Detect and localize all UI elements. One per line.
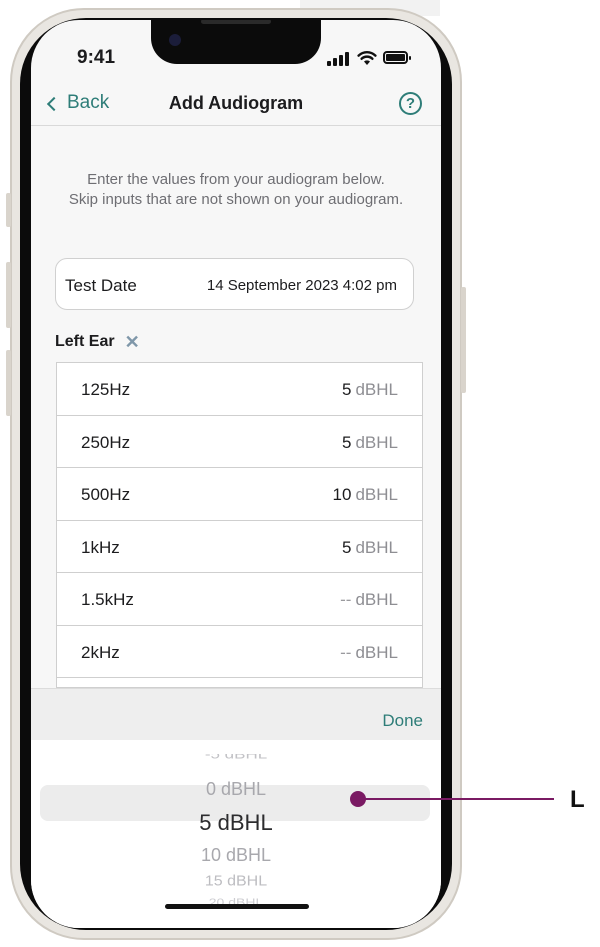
threshold-number: 5	[342, 432, 352, 452]
done-button[interactable]: Done	[382, 711, 423, 731]
picker-item[interactable]: -5 dBHL	[31, 754, 441, 766]
volume-up-button	[6, 262, 11, 328]
status-icons	[327, 50, 411, 66]
threshold-unit: dBHL	[355, 432, 398, 452]
intro-line-2: Skip inputs that are not shown on your a…	[68, 191, 404, 208]
close-icon[interactable]: ✕	[125, 333, 140, 351]
intro-text: Enter the values from your audiogram bel…	[51, 170, 421, 210]
frequency-table: 125Hz 5 dBHL 250Hz 5 dBHL 500Hz 10 dBHL 1kH…	[56, 362, 423, 688]
threshold-unit: dBHL	[355, 590, 398, 609]
picker-toolbar: Done	[31, 688, 441, 740]
threshold-value[interactable]: 5 dBHL	[342, 380, 398, 400]
value-picker-wheel[interactable]: -5 dBHL 0 dBHL 5 dBHL 10 dBHL 15 dBHL 20…	[31, 740, 441, 928]
threshold-value[interactable]: 10 dBHL	[333, 485, 398, 505]
table-row[interactable]: 250Hz 5 dBHL	[57, 416, 422, 468]
front-camera	[169, 34, 181, 46]
threshold-value[interactable]: -- dBHL	[340, 643, 398, 663]
intro-line-1: Enter the values from your audiogram bel…	[87, 171, 385, 188]
table-row[interactable]: 2kHz -- dBHL	[57, 626, 422, 678]
page-title: Add Audiogram	[168, 93, 304, 113]
frequency-label: 250Hz	[81, 432, 131, 452]
threshold-number: 5	[342, 537, 352, 557]
picker-item-label: 10 dBHL	[200, 845, 272, 865]
table-row[interactable]	[57, 678, 422, 687]
help-icon[interactable]: ?	[399, 92, 422, 115]
silent-switch	[6, 193, 11, 227]
threshold-unit: dBHL	[355, 642, 398, 662]
picker-item-label: 5 dBHL	[199, 810, 273, 835]
notch	[151, 20, 321, 64]
power-button	[461, 287, 466, 393]
table-row[interactable]: 1.5kHz -- dBHL	[57, 573, 422, 626]
table-row[interactable]: 125Hz 5 dBHL	[57, 363, 422, 416]
table-row[interactable]: 500Hz 10 dBHL	[57, 468, 422, 521]
home-indicator	[165, 904, 309, 909]
picker-item-label: 15 dBHL	[204, 874, 268, 890]
left-ear-title: Left Ear	[55, 333, 115, 350]
earpiece-speaker	[201, 20, 271, 24]
battery-icon	[383, 51, 411, 64]
threshold-unit: dBHL	[355, 380, 398, 399]
left-ear-heading: Left Ear ✕	[55, 333, 140, 351]
phone-screen: 9:41 Back Add Audiogram ? Enter the valu…	[31, 20, 441, 928]
threshold-value[interactable]: -- dBHL	[340, 590, 398, 610]
test-date-label: Test Date	[65, 276, 137, 295]
frequency-label: 1kHz	[81, 537, 120, 557]
threshold-number: --	[340, 642, 352, 662]
volume-down-button	[6, 350, 11, 416]
test-date-value[interactable]: 14 September 2023 4:02 pm	[207, 277, 397, 294]
test-date-field[interactable]: Test Date 14 September 2023 4:02 pm	[55, 258, 414, 310]
threshold-number: 10	[332, 485, 352, 504]
callout-line	[357, 798, 554, 800]
picker-item-label: -5 dBHL	[204, 754, 268, 762]
frequency-label: 500Hz	[81, 485, 131, 504]
threshold-unit: dBHL	[355, 537, 398, 557]
callout-dot	[350, 791, 366, 807]
picker-item-label: 0 dBHL	[205, 779, 267, 799]
callout-label: L	[570, 786, 585, 813]
threshold-value[interactable]: 5 dBHL	[342, 433, 398, 453]
threshold-unit: dBHL	[355, 485, 398, 504]
frequency-label: 125Hz	[81, 380, 131, 399]
table-row[interactable]: 1kHz 5 dBHL	[57, 521, 422, 573]
wifi-icon	[357, 51, 377, 65]
frequency-label: 1.5kHz	[81, 590, 134, 609]
nav-bar: Back Add Audiogram ?	[31, 80, 441, 126]
threshold-number: 5	[342, 380, 352, 399]
threshold-value[interactable]: 5 dBHL	[342, 538, 398, 558]
threshold-number: --	[340, 590, 352, 609]
status-time: 9:41	[77, 47, 116, 68]
frequency-label: 2kHz	[81, 642, 120, 662]
